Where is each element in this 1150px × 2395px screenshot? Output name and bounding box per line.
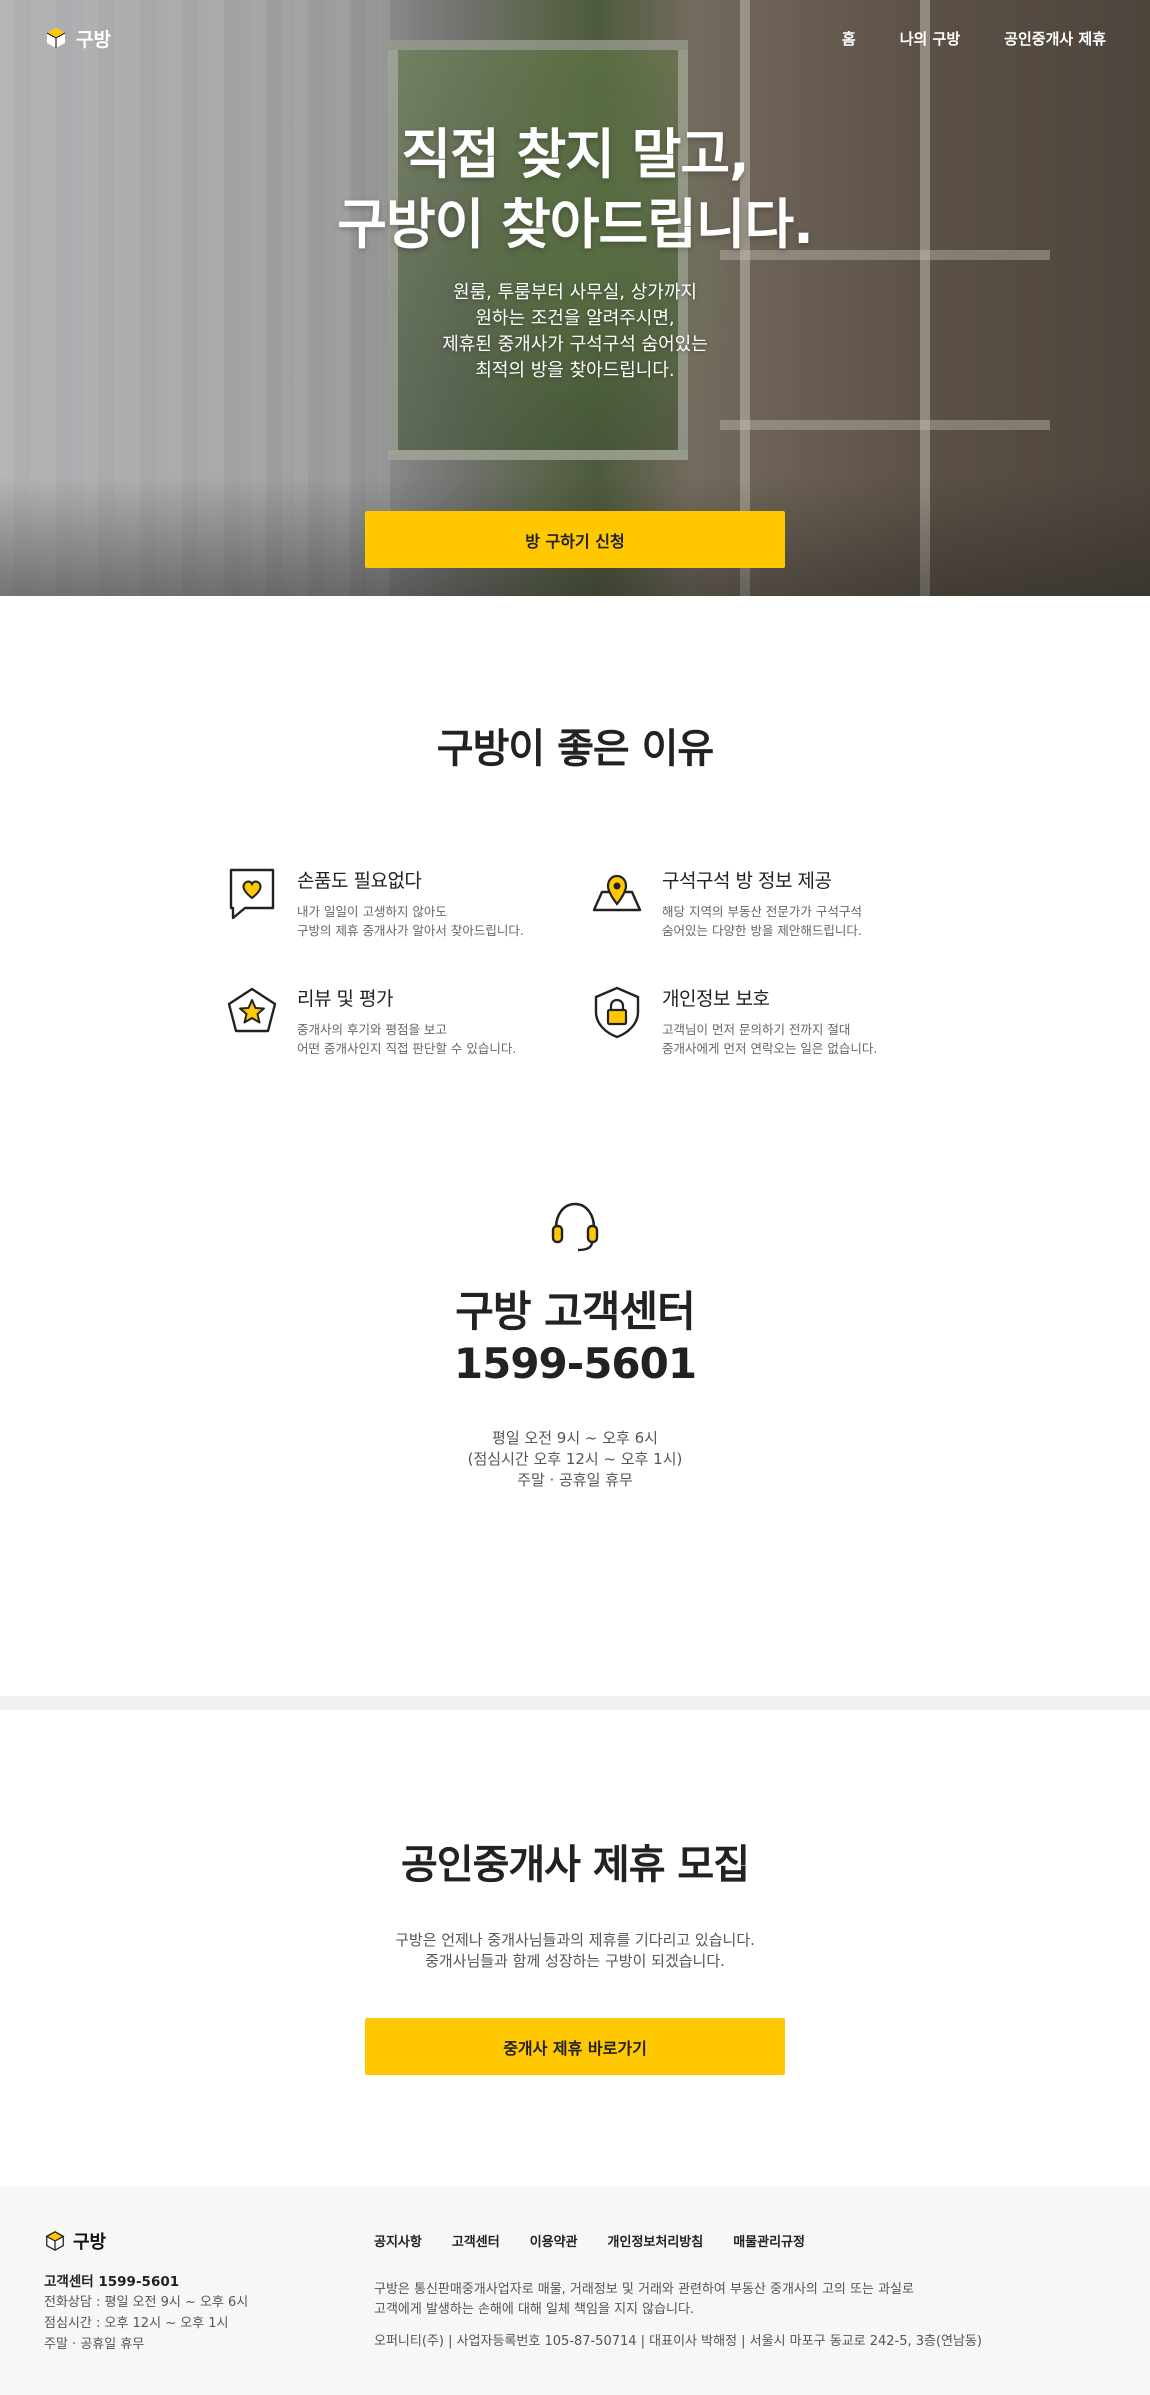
top-nav: 구방 홈 나의 구방 공인중개사 제휴 [0,0,1150,76]
hero-desc-line: 제휴된 중개사가 구석구석 숨어있는 [442,334,708,355]
section-divider [0,1696,1150,1710]
star-badge-icon [227,987,277,1033]
reason-item: 손품도 필요없다 내가 일일이 고생하지 않아도 구방의 제휴 중개사가 알아서… [225,866,590,940]
footer-link-notice[interactable]: 공지사항 [374,2231,422,2250]
reasons-grid: 손품도 필요없다 내가 일일이 고생하지 않아도 구방의 제휴 중개사가 알아서… [225,866,925,1058]
reason-desc-line: 구방의 제휴 중개사가 알아서 찾아드립니다. [297,923,524,938]
partner-section: 공인중개사 제휴 모집 구방은 언제나 중개사님들과의 제휴를 기다리고 있습니… [0,1710,1150,2186]
footer-left: 구방 고객센터 1599-5601 전화상담 : 평일 오전 9시 ~ 오후 6… [44,2228,374,2395]
partner-desc-line: 중개사님들과 함께 성장하는 구방이 되겠습니다. [425,1952,725,1970]
footer-brand-name: 구방 [73,2232,107,2253]
reason-item: 개인정보 보호 고객님이 먼저 문의하기 전까지 절대 중개사에게 먼저 연락오… [590,984,925,1058]
support-hours-line: (점심시간 오후 12시 ~ 오후 1시) [467,1450,683,1468]
partner-description: 구방은 언제나 중개사님들과의 제휴를 기다리고 있습니다. 중개사님들과 함께… [0,1930,1150,1972]
customer-center: 구방 고객센터 1599-5601 평일 오전 9시 ~ 오후 6시 (점심시간… [0,1198,1150,1491]
reasons-section: 구방이 좋은 이유 손품도 필요없다 내가 일일이 고생하지 않아도 구방의 제… [0,596,1150,1696]
footer-hours-line: 점심시간 : 오후 12시 ~ 오후 1시 [44,2316,229,2331]
reasons-title: 구방이 좋은 이유 [436,726,714,772]
hero-desc-line: 원룸, 투룸부터 사무실, 상가까지 [453,282,697,303]
footer-hours-line: 전화상담 : 평일 오전 9시 ~ 오후 6시 [44,2295,249,2310]
reason-desc: 중개사의 후기와 평점을 보고 어떤 중개사인지 직접 판단할 수 있습니다. [297,1020,516,1058]
reason-desc-line: 내가 일일이 고생하지 않아도 [297,904,447,919]
headset-icon [551,1202,599,1252]
reason-item: 구석구석 방 정보 제공 해당 지역의 부동산 전문가가 구석구석 숨어있는 다… [590,866,925,940]
reason-desc-line: 해당 지역의 부동산 전문가가 구석구석 [662,904,862,919]
reason-desc-line: 중개사의 후기와 평점을 보고 [297,1022,447,1037]
reason-desc-line: 어떤 중개사인지 직접 판단할 수 있습니다. [297,1041,517,1056]
request-room-button[interactable]: 방 구하기 신청 [365,511,785,568]
hero-title: 직접 찾지 말고, 구방이 찾아드립니다. [0,120,1150,260]
customer-center-heading: 구방 고객센터 1599-5601 [0,1286,1150,1390]
support-hours: 평일 오전 9시 ~ 오후 6시 (점심시간 오후 12시 ~ 오후 1시) 주… [0,1428,1150,1491]
hero-title-line1: 직접 찾지 말고, [401,123,749,186]
footer-links: 공지사항 고객센터 이용약관 개인정보처리방침 매물관리규정 [374,2231,1106,2250]
footer-disclaimer-line: 구방은 통신판매중개사업자로 매물, 거래정보 및 거래와 관련하여 부동산 중… [374,2282,914,2297]
support-hours-line: 평일 오전 9시 ~ 오후 6시 [492,1429,658,1447]
nav-item-my-gubang[interactable]: 나의 구방 [900,28,960,49]
footer-hours-line: 주말 · 공휴일 휴무 [44,2337,145,2352]
reason-title: 개인정보 보호 [662,988,770,1010]
reason-desc-line: 숨어있는 다양한 방을 제안해드립니다. [662,923,862,938]
cube-logo-icon [46,28,66,48]
footer-disclaimer-line: 고객에게 발생하는 손해에 대해 일체 책임을 지지 않습니다. [374,2302,695,2317]
partner-desc-line: 구방은 언제나 중개사님들과의 제휴를 기다리고 있습니다. [395,1931,755,1949]
footer-link-listing-policy[interactable]: 매물관리규정 [733,2231,805,2250]
support-hours-line: 주말 · 공휴일 휴무 [517,1471,633,1489]
footer-hours: 전화상담 : 평일 오전 9시 ~ 오후 6시 점심시간 : 오후 12시 ~ … [44,2292,374,2355]
hero-description: 원룸, 투룸부터 사무실, 상가까지 원하는 조건을 알려주시면, 제휴된 중개… [0,280,1150,384]
customer-center-phone[interactable]: 1599-5601 [0,1338,1150,1390]
reason-desc: 해당 지역의 부동산 전문가가 구석구석 숨어있는 다양한 방을 제안해드립니다… [662,902,862,940]
heart-chat-icon [229,868,275,920]
brand-name: 구방 [76,28,111,51]
hero-desc-line: 원하는 조건을 알려주시면, [475,308,675,329]
nav-links: 홈 나의 구방 공인중개사 제휴 [842,28,1106,49]
hero-title-line2: 구방이 찾아드립니다. [337,193,813,256]
footer-right: 공지사항 고객센터 이용약관 개인정보처리방침 매물관리규정 구방은 통신판매중… [374,2228,1106,2395]
partner-title: 공인중개사 제휴 모집 [400,1842,750,1888]
footer-company-info: 오퍼니티(주) | 사업자등록번호 105-87-50714 | 대표이사 박해… [374,2334,983,2349]
reason-desc: 내가 일일이 고생하지 않아도 구방의 제휴 중개사가 알아서 찾아드립니다. [297,902,524,940]
shield-lock-icon [594,986,640,1039]
footer-link-support[interactable]: 고객센터 [452,2231,500,2250]
map-pin-icon [592,874,642,912]
reason-item: 리뷰 및 평가 중개사의 후기와 평점을 보고 어떤 중개사인지 직접 판단할 … [225,984,590,1058]
nav-item-home[interactable]: 홈 [842,28,856,49]
footer-customer-center: 고객센터 1599-5601 [44,2274,180,2290]
hero-section: 구방 홈 나의 구방 공인중개사 제휴 직접 찾지 말고, 구방이 찾아드립니다… [0,0,1150,596]
reason-desc-line: 고객님이 먼저 문의하기 전까지 절대 [662,1022,851,1037]
partner-signup-button[interactable]: 중개사 제휴 바로가기 [365,2018,785,2075]
brand-logo[interactable]: 구방 [44,25,111,52]
customer-center-title: 구방 고객센터 [455,1287,695,1336]
reason-desc-line: 중개사에게 먼저 연락오는 일은 없습니다. [662,1041,878,1056]
footer-disclaimer: 구방은 통신판매중개사업자로 매물, 거래정보 및 거래와 관련하여 부동산 중… [374,2280,1106,2320]
nav-item-partner[interactable]: 공인중개사 제휴 [1004,28,1106,49]
reason-title: 손품도 필요없다 [297,870,422,892]
reason-title: 구석구석 방 정보 제공 [662,870,832,892]
footer-link-terms[interactable]: 이용약관 [530,2231,578,2250]
hero-desc-line: 최적의 방을 찾아드립니다. [475,360,675,381]
footer-link-privacy[interactable]: 개인정보처리방침 [608,2231,704,2250]
reason-title: 리뷰 및 평가 [297,988,393,1010]
footer-logo[interactable]: 구방 [44,2228,374,2254]
footer: 구방 고객센터 1599-5601 전화상담 : 평일 오전 9시 ~ 오후 6… [0,2186,1150,2395]
cube-logo-icon [45,2231,65,2251]
reason-desc: 고객님이 먼저 문의하기 전까지 절대 중개사에게 먼저 연락오는 일은 없습니… [662,1020,877,1058]
